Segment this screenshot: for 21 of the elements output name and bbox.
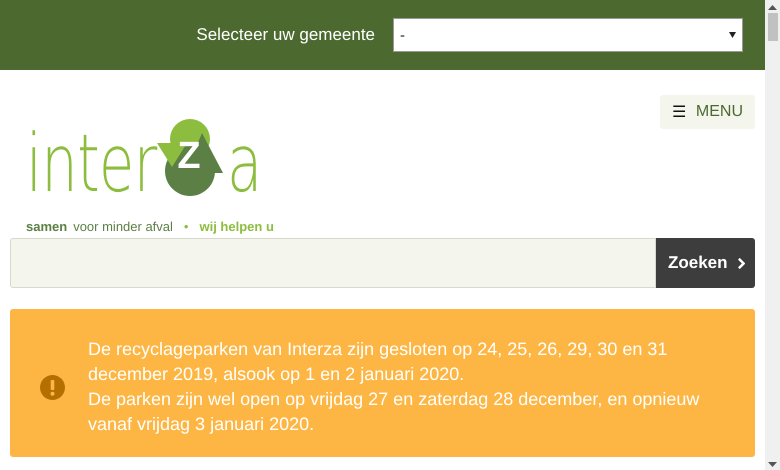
- tagline-text: samen: [26, 219, 68, 234]
- municipality-select[interactable]: -: [393, 18, 743, 52]
- notice-text: De parken zijn wel open op vrijdag 27 en zaterdag 28 december, en opnieuw vanaf vrijdag 3 januari 2020.: [88, 388, 700, 436]
- warning-icon: [40, 374, 65, 400]
- municipality-label: Selecteer uw gemeente: [196, 25, 375, 45]
- scroll-thumb[interactable]: [768, 13, 778, 41]
- logo-text: inter: [26, 131, 157, 197]
- tagline-text: wij helpen u: [199, 219, 274, 234]
- scrollbar[interactable]: [765, 0, 780, 470]
- scroll-up-icon: [768, 5, 777, 10]
- menu-button[interactable]: ☰ MENU: [660, 95, 755, 129]
- logo-text: a: [227, 131, 262, 197]
- tagline-text: voor minder afval: [73, 219, 173, 234]
- search-button[interactable]: Zoeken: [656, 238, 755, 288]
- logo-emblem: Z: [157, 117, 224, 197]
- chevron-icon: [736, 256, 745, 270]
- notice-text: De recyclageparken van Interza zijn gesloten op 24, 25, 26, 29, 30 en 31 december 2019, alsook op 1 en 2 januari 2020.: [88, 338, 668, 386]
- tagline-dot: •: [184, 219, 188, 234]
- scroll-down-icon: [768, 462, 777, 467]
- search-field[interactable]: [10, 238, 656, 288]
- caret-icon: [729, 32, 736, 38]
